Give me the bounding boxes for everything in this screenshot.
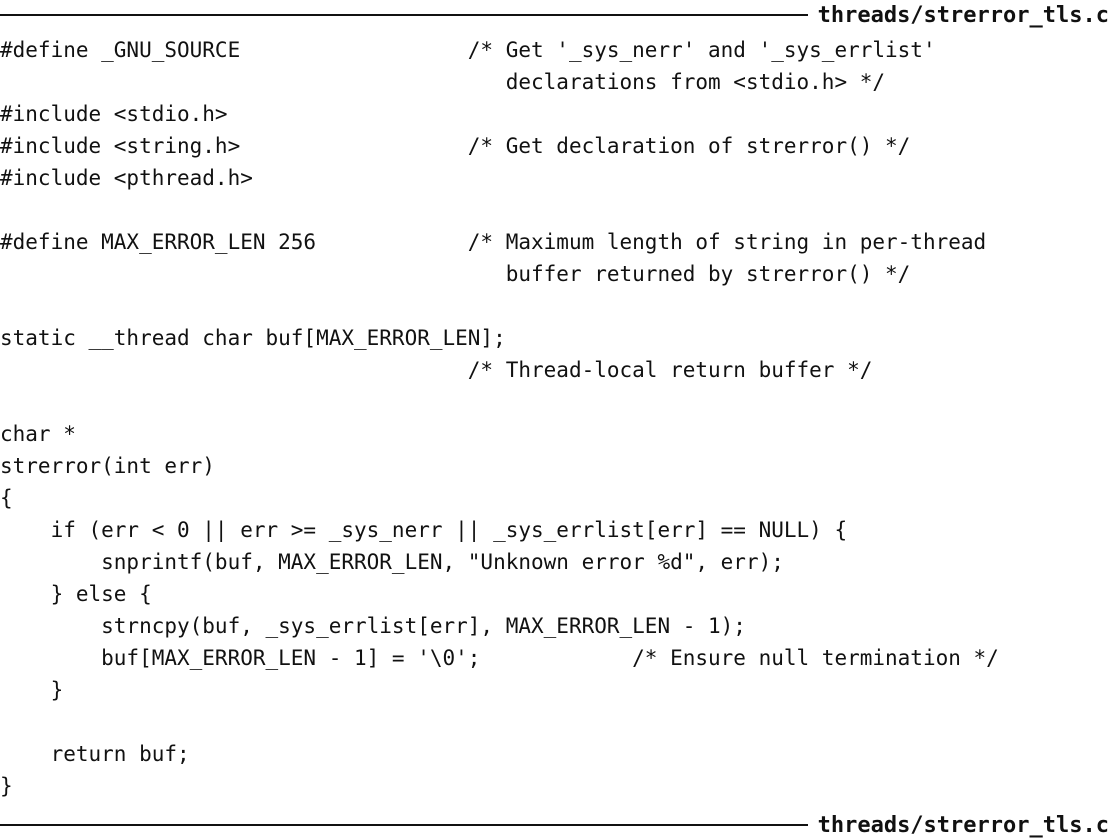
- code-line: strncpy(buf, _sys_errlist[err], MAX_ERRO…: [0, 614, 746, 638]
- code-line: /* Thread-local return buffer */: [0, 358, 873, 382]
- code-line: char *: [0, 422, 76, 446]
- code-line: }: [0, 774, 13, 798]
- code-line: #define _GNU_SOURCE /* Get '_sys_nerr' a…: [0, 38, 936, 62]
- code-line: static __thread char buf[MAX_ERROR_LEN];: [0, 326, 506, 350]
- listing-filename-top: threads/strerror_tls.c: [817, 2, 1109, 28]
- code-line: buf[MAX_ERROR_LEN - 1] = '\0'; /* Ensure…: [0, 646, 999, 670]
- code-line: buffer returned by strerror() */: [0, 262, 911, 286]
- code-line: declarations from <stdio.h> */: [0, 70, 886, 94]
- code-line: #include <string.h> /* Get declaration o…: [0, 134, 911, 158]
- code-line: strerror(int err): [0, 454, 215, 478]
- header-rule: [0, 14, 808, 16]
- listing-footer: threads/strerror_tls.c: [0, 810, 1113, 840]
- listing-header: threads/strerror_tls.c: [0, 0, 1113, 30]
- code-line: #include <stdio.h>: [0, 102, 228, 126]
- code-line: #include <pthread.h>: [0, 166, 253, 190]
- listing-filename-bottom: threads/strerror_tls.c: [817, 812, 1109, 838]
- code-line: snprintf(buf, MAX_ERROR_LEN, "Unknown er…: [0, 550, 784, 574]
- code-listing: #define _GNU_SOURCE /* Get '_sys_nerr' a…: [0, 34, 1113, 802]
- code-line: } else {: [0, 582, 152, 606]
- footer-rule: [0, 824, 808, 826]
- code-line: if (err < 0 || err >= _sys_nerr || _sys_…: [0, 518, 848, 542]
- code-line: }: [0, 678, 64, 702]
- code-line: #define MAX_ERROR_LEN 256 /* Maximum len…: [0, 230, 987, 254]
- code-line: {: [0, 486, 13, 510]
- code-line: return buf;: [0, 742, 190, 766]
